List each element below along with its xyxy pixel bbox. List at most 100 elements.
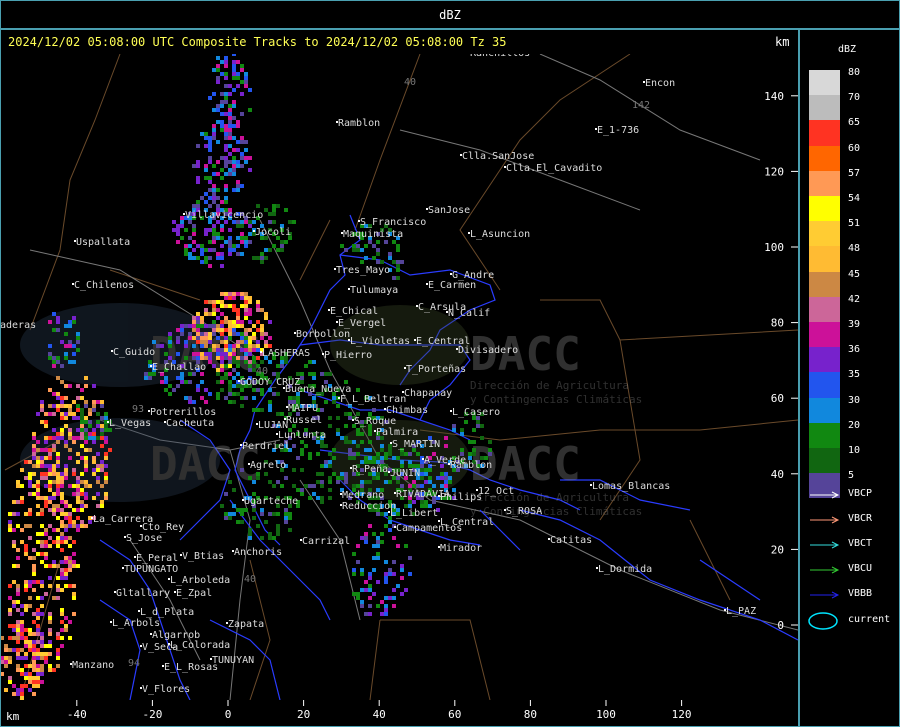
radar-cell [72,492,76,496]
radar-cell [20,604,24,608]
radar-cell [356,592,360,596]
radar-cell [312,492,316,496]
radar-cell [444,472,448,476]
radar-cell [244,148,248,152]
radar-cell [432,500,436,504]
radar-cell [44,440,48,444]
radar-cell [244,316,248,320]
radar-cell [248,328,252,332]
radar-cell [248,344,252,348]
radar-cell [72,436,76,440]
radar-cell [248,240,252,244]
radar-cell [352,248,356,252]
radar-cell [16,652,20,656]
radar-cell [388,568,392,572]
legend-label: 51 [848,218,861,230]
radar-cell [232,76,236,80]
radar-cell [28,628,32,632]
radar-cell [1,660,4,664]
radar-cell [68,504,72,508]
radar-cell [64,524,68,528]
radar-cell [84,496,88,500]
radar-cell [16,500,20,504]
radar-cell [84,524,88,528]
radar-cell [36,684,40,688]
radar-cell [224,84,228,88]
radar-cell [376,476,380,480]
radar-cell [376,252,380,256]
radar-cell [440,472,444,476]
radar-cell [224,328,228,332]
radar-cell [96,424,100,428]
radar-cell [44,496,48,500]
radar-cell [60,404,64,408]
radar-cell [56,636,60,640]
radar-cell [20,528,24,532]
radar-cell [372,256,376,260]
radar-cell [252,516,256,520]
radar-cell [172,220,176,224]
radar-cell [60,560,64,564]
radar-cell [196,384,200,388]
radar-cell [72,416,76,420]
radar-cell [44,544,48,548]
radar-cell [20,632,24,636]
radar-cell [216,324,220,328]
radar-cell [28,580,32,584]
radar-cell [480,424,484,428]
radar-cell [240,252,244,256]
radar-cell [368,588,372,592]
place-label: V_Seca [142,642,178,653]
radar-cell [60,412,64,416]
radar-cell [104,412,108,416]
radar-cell [400,564,404,568]
radar-cell [36,464,40,468]
radar-cell [472,428,476,432]
radar-cell [260,392,264,396]
place-label: S_Roque [354,416,396,427]
radar-cell [80,388,84,392]
radar-cell [416,484,420,488]
radar-cell [352,572,356,576]
radar-cell [76,564,80,568]
radar-map[interactable]: DACC DACC DACC DACC Dirección de Agricul… [0,0,900,727]
radar-cell [28,596,32,600]
radar-cell [68,412,72,416]
radar-cell [364,448,368,452]
radar-cell [40,448,44,452]
radar-cell [384,456,388,460]
radar-cell [256,476,260,480]
radar-cell [212,136,216,140]
radar-cell [332,400,336,404]
radar-cell [204,192,208,196]
radar-cell [88,412,92,416]
radar-cell [232,488,236,492]
radar-cell [240,336,244,340]
radar-cell [488,440,492,444]
radar-cell [52,328,56,332]
radar-cell [252,348,256,352]
radar-cell [8,624,12,628]
radar-cell [64,536,68,540]
radar-cell [28,664,32,668]
radar-cell [360,248,364,252]
radar-cell [20,628,24,632]
radar-cell [40,524,44,528]
radar-cell [52,540,56,544]
watermark-line-2b: y Contingencias Climáticas [470,505,642,518]
radar-cell [24,644,28,648]
radar-cell [240,92,244,96]
radar-cell [52,528,56,532]
radar-cell [196,328,200,332]
radar-cell [396,260,400,264]
radar-cell [48,612,52,616]
radar-cell [276,528,280,532]
radar-cell [8,648,12,652]
radar-cell [52,356,56,360]
radar-cell [448,476,452,480]
radar-cell [392,536,396,540]
radar-cell [240,136,244,140]
radar-cell [236,308,240,312]
radar-cell [488,452,492,456]
radar-cell [72,596,76,600]
